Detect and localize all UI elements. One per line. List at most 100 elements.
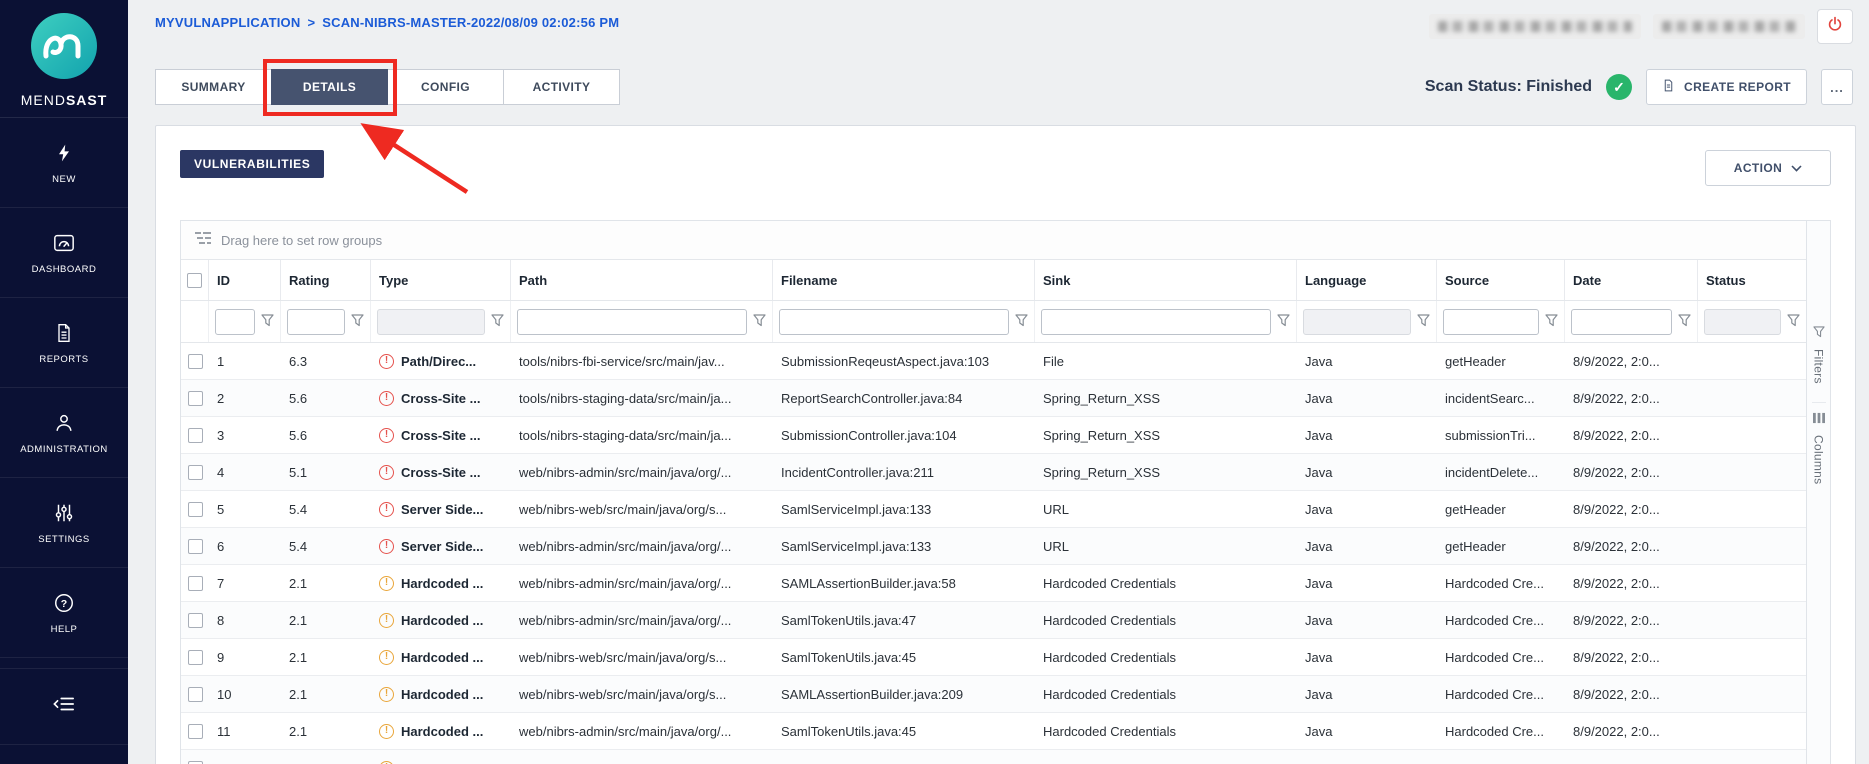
- column-header-type[interactable]: Type: [371, 260, 511, 300]
- cell-filename: [773, 750, 1035, 764]
- cell-path: web/nibrs-admin/src/main/java/org/...: [511, 454, 773, 490]
- row-checkbox[interactable]: [188, 391, 203, 406]
- filter-funnel-icon[interactable]: [261, 314, 274, 330]
- cell-type-text: Server Side...: [401, 539, 483, 554]
- tab-summary[interactable]: SUMMARY: [155, 69, 272, 105]
- cell-filename: SAMLAssertionBuilder.java:209: [773, 676, 1035, 712]
- main-content: MYVULNAPPLICATION > SCAN-NIBRS-MASTER-20…: [128, 0, 1869, 764]
- column-filter-input[interactable]: [377, 309, 485, 335]
- redacted-text-blur: [1662, 21, 1796, 32]
- row-checkbox[interactable]: [188, 650, 203, 665]
- column-header-status[interactable]: Status: [1698, 260, 1806, 300]
- column-filter-input[interactable]: [779, 309, 1009, 335]
- cell-rating: 5.4: [281, 528, 371, 564]
- table-row[interactable]: 5 5.4 ! Server Side... web/nibrs-web/src…: [181, 491, 1806, 528]
- cell-rating: 2.1: [281, 676, 371, 712]
- row-checkbox[interactable]: [188, 687, 203, 702]
- breadcrumb-application-link[interactable]: MYVULNAPPLICATION: [155, 15, 300, 30]
- tab-activity[interactable]: ACTIVITY: [503, 69, 620, 105]
- sidebar-item-settings[interactable]: SETTINGS: [0, 478, 128, 568]
- column-header-filename[interactable]: Filename: [773, 260, 1035, 300]
- row-group-dropzone[interactable]: Drag here to set row groups: [181, 221, 1806, 260]
- table-row[interactable]: 3 5.6 ! Cross-Site ... tools/nibrs-stagi…: [181, 417, 1806, 454]
- cell-language: Java: [1297, 380, 1437, 416]
- row-checkbox[interactable]: [188, 354, 203, 369]
- column-header-language[interactable]: Language: [1297, 260, 1437, 300]
- table-row[interactable]: 10 2.1 ! Hardcoded ... web/nibrs-web/src…: [181, 676, 1806, 713]
- table-row[interactable]: 7 2.1 ! Hardcoded ... web/nibrs-admin/sr…: [181, 565, 1806, 602]
- column-filter-input[interactable]: [1571, 309, 1672, 335]
- filter-funnel-icon[interactable]: [351, 314, 364, 330]
- table-row[interactable]: 2 5.6 ! Cross-Site ... tools/nibrs-stagi…: [181, 380, 1806, 417]
- column-header-path[interactable]: Path: [511, 260, 773, 300]
- row-checkbox[interactable]: [188, 502, 203, 517]
- table-row[interactable]: 6 5.4 ! Server Side... web/nibrs-admin/s…: [181, 528, 1806, 565]
- filters-panel-tab[interactable]: Filters: [1812, 317, 1826, 392]
- tool-panel-tabs: Filters Columns: [1806, 221, 1830, 764]
- sidebar-item-administration[interactable]: ADMINISTRATION: [0, 388, 128, 478]
- table-row[interactable]: !: [181, 750, 1806, 764]
- column-filter-input[interactable]: [517, 309, 747, 335]
- column-header-source[interactable]: Source: [1437, 260, 1565, 300]
- table-row[interactable]: 1 6.3 ! Path/Direc... tools/nibrs-fbi-se…: [181, 343, 1806, 380]
- logout-button[interactable]: [1817, 9, 1853, 44]
- sidebar-item-new[interactable]: NEW: [0, 118, 128, 208]
- cell-date: [1565, 750, 1698, 764]
- column-filter-input[interactable]: [1443, 309, 1539, 335]
- table-row[interactable]: 8 2.1 ! Hardcoded ... web/nibrs-admin/sr…: [181, 602, 1806, 639]
- help-icon: ?: [53, 591, 75, 615]
- column-header-rating[interactable]: Rating: [281, 260, 371, 300]
- column-header-date[interactable]: Date: [1565, 260, 1698, 300]
- table-row[interactable]: 4 5.1 ! Cross-Site ... web/nibrs-admin/s…: [181, 454, 1806, 491]
- breadcrumb-scan-link[interactable]: SCAN-NIBRS-MASTER-2022/08/09 02:02:56 PM: [322, 15, 619, 30]
- filter-funnel-icon[interactable]: [1417, 314, 1430, 330]
- select-all-checkbox[interactable]: [187, 273, 202, 288]
- create-report-button[interactable]: CREATE REPORT: [1646, 69, 1807, 105]
- column-filter-input[interactable]: [1303, 309, 1411, 335]
- filter-funnel-icon[interactable]: [1277, 314, 1290, 330]
- action-button[interactable]: ACTION: [1705, 150, 1831, 186]
- cell-status: [1698, 528, 1806, 564]
- table-row[interactable]: 9 2.1 ! Hardcoded ... web/nibrs-web/src/…: [181, 639, 1806, 676]
- column-filter-input[interactable]: [1704, 309, 1781, 335]
- sidebar-item-help[interactable]: ? HELP: [0, 568, 128, 658]
- column-header-id[interactable]: ID: [209, 260, 281, 300]
- filter-funnel-icon[interactable]: [1678, 314, 1691, 330]
- filter-funnel-icon[interactable]: [1015, 314, 1028, 330]
- row-checkbox[interactable]: [188, 613, 203, 628]
- row-checkbox[interactable]: [188, 539, 203, 554]
- columns-panel-tab[interactable]: Columns: [1812, 402, 1826, 492]
- filter-cell: [371, 301, 511, 342]
- redacted-account-info[interactable]: [1429, 14, 1641, 39]
- row-checkbox[interactable]: [188, 428, 203, 443]
- filter-funnel-icon[interactable]: [1545, 314, 1558, 330]
- cell-language: Java: [1297, 417, 1437, 453]
- row-checkbox[interactable]: [188, 761, 203, 764]
- filter-funnel-icon[interactable]: [1787, 314, 1800, 330]
- brand-sast: SAST: [66, 92, 107, 108]
- reports-icon: [54, 321, 74, 345]
- columns-tab-label: Columns: [1812, 435, 1826, 484]
- brand: MENDSAST: [0, 0, 128, 118]
- cell-type-text: Hardcoded ...: [401, 724, 483, 739]
- row-checkbox[interactable]: [188, 576, 203, 591]
- column-filter-input[interactable]: [287, 309, 345, 335]
- cell-path: web/nibrs-web/src/main/java/org/s...: [511, 676, 773, 712]
- table-row[interactable]: 11 2.1 ! Hardcoded ... web/nibrs-admin/s…: [181, 713, 1806, 750]
- more-options-button[interactable]: ...: [1821, 69, 1853, 105]
- column-filter-input[interactable]: [1041, 309, 1271, 335]
- column-header-sink[interactable]: Sink: [1035, 260, 1297, 300]
- row-checkbox[interactable]: [188, 724, 203, 739]
- column-filter-input[interactable]: [215, 309, 255, 335]
- filter-funnel-icon[interactable]: [491, 314, 504, 330]
- row-checkbox[interactable]: [188, 465, 203, 480]
- cell-source: getHeader: [1437, 491, 1565, 527]
- filter-funnel-icon[interactable]: [753, 314, 766, 330]
- sidebar-item-reports[interactable]: REPORTS: [0, 298, 128, 388]
- redacted-account-info[interactable]: [1653, 14, 1805, 39]
- sidebar-item-dashboard[interactable]: DASHBOARD: [0, 208, 128, 298]
- collapse-sidebar-button[interactable]: [0, 668, 128, 745]
- cell-sink: Spring_Return_XSS: [1035, 454, 1297, 490]
- tab-details[interactable]: DETAILS: [271, 69, 388, 105]
- tab-config[interactable]: CONFIG: [387, 69, 504, 105]
